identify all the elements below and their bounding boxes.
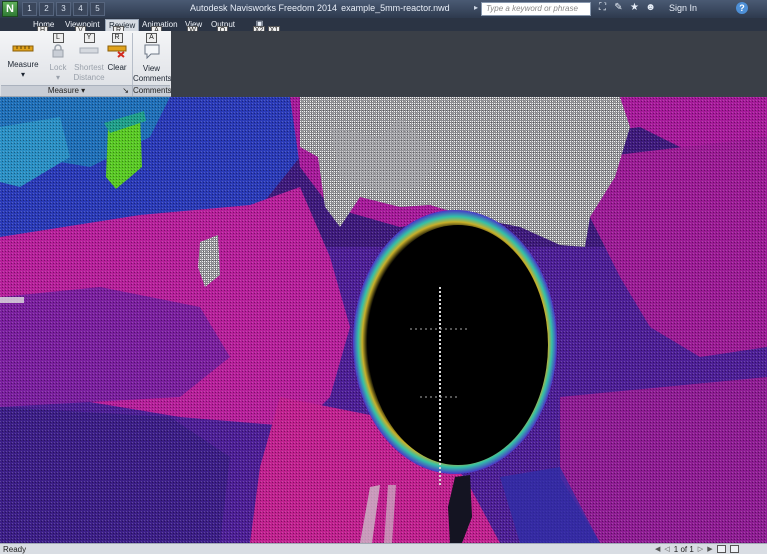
properties-toggle-icon[interactable] [729, 545, 739, 553]
application-menu-button[interactable]: N [2, 1, 18, 17]
sign-in-link[interactable]: Sign In [669, 3, 697, 13]
ribbon-empty-area [171, 31, 767, 97]
panel-title-measure[interactable]: Measure ▾ ↘ [1, 85, 132, 96]
help-icon[interactable]: ? [736, 2, 748, 14]
clear-label: Clear [107, 63, 127, 72]
lock-button[interactable]: L Lock ▾ [44, 33, 72, 83]
view-comments-button[interactable]: A View Comments [133, 33, 172, 84]
keytip-shortest-distance: Y [83, 33, 95, 43]
last-sheet-icon[interactable]: ▶ [707, 545, 712, 553]
app-name: Autodesk Navisworks Freedom 2014 [190, 3, 338, 13]
sheet-browser-icon[interactable] [716, 545, 726, 553]
ribbon-panel-review: Measure ▾ L Lock ▾ Y Shortest Distance R [0, 31, 767, 97]
next-sheet-icon[interactable]: ▷ [698, 545, 703, 553]
title-bar: N 1 2 3 4 5 Autodesk Navisworks Freedom … [0, 0, 767, 18]
panel-launcher-icon[interactable]: ↘ [122, 86, 129, 96]
shortest-distance-icon [79, 47, 99, 54]
panel-measure-label: Measure ▾ [47, 86, 86, 95]
search-chevron-icon[interactable]: ▸ [474, 3, 478, 12]
keytip-view-comments: A [146, 33, 157, 43]
qat-redo-button[interactable]: 5 [90, 2, 105, 16]
keytip-lock: L [52, 33, 64, 43]
shortest-label-line2: Distance [73, 73, 105, 82]
lock-dropdown-arrow: ▾ [55, 73, 60, 82]
file-name: example_5mm-reactor.nwd [341, 3, 450, 13]
qat-open-button[interactable]: 1 [22, 2, 37, 16]
clear-measure-icon [107, 45, 127, 58]
first-sheet-icon[interactable]: ◀ [655, 545, 660, 553]
previous-sheet-icon[interactable]: ◁ [664, 545, 669, 553]
panel-title-comments: Comments [132, 85, 172, 96]
search-input[interactable]: Type a keyword or phrase [481, 2, 591, 16]
3d-viewport[interactable] [0, 97, 767, 543]
ribbon-tab-row: Home Viewpoint Review Animation View Out… [0, 18, 767, 36]
shortest-label-line1: Shortest [74, 63, 104, 72]
qat-save-button[interactable]: 2 [39, 2, 54, 16]
navisworks-window: N 1 2 3 4 5 Autodesk Navisworks Freedom … [0, 0, 767, 554]
comment-bubble-icon [144, 44, 159, 60]
keytip-clear: R [111, 33, 123, 43]
view-comments-line1: View [142, 64, 161, 73]
communication-center-icon[interactable]: ✎ [613, 2, 624, 13]
ruler-icon [12, 45, 34, 52]
infocenter-icons: ⛶ ✎ ★ ☻ [597, 2, 656, 13]
user-icon[interactable]: ☻ [645, 2, 656, 13]
measure-button[interactable]: Measure ▾ [4, 41, 42, 80]
shortest-distance-button[interactable]: Y Shortest Distance [72, 33, 106, 83]
status-bar: Ready ◀ ◁ 1 of 1 ▷ ▶ [0, 543, 767, 554]
measure-dropdown-arrow: ▾ [20, 70, 25, 79]
qat-print-button[interactable]: 3 [56, 2, 71, 16]
sheet-navigator: ◀ ◁ 1 of 1 ▷ ▶ [655, 544, 739, 554]
point-cloud-scene [0, 97, 767, 543]
measure-label: Measure [7, 60, 39, 69]
qat-undo-button[interactable]: 4 [73, 2, 88, 16]
lock-label: Lock [49, 63, 67, 72]
favorites-star-icon[interactable]: ★ [629, 2, 640, 13]
quick-access-toolbar: 1 2 3 4 5 [22, 2, 105, 16]
view-comments-line2: Comments [133, 74, 172, 83]
status-text: Ready [3, 545, 27, 554]
page-count: 1 of 1 [673, 544, 694, 554]
clear-button[interactable]: R Clear [105, 33, 129, 73]
window-title: Autodesk Navisworks Freedom 2014 example_… [190, 3, 450, 13]
padlock-icon [52, 44, 64, 58]
binoculars-icon[interactable]: ⛶ [597, 2, 608, 13]
